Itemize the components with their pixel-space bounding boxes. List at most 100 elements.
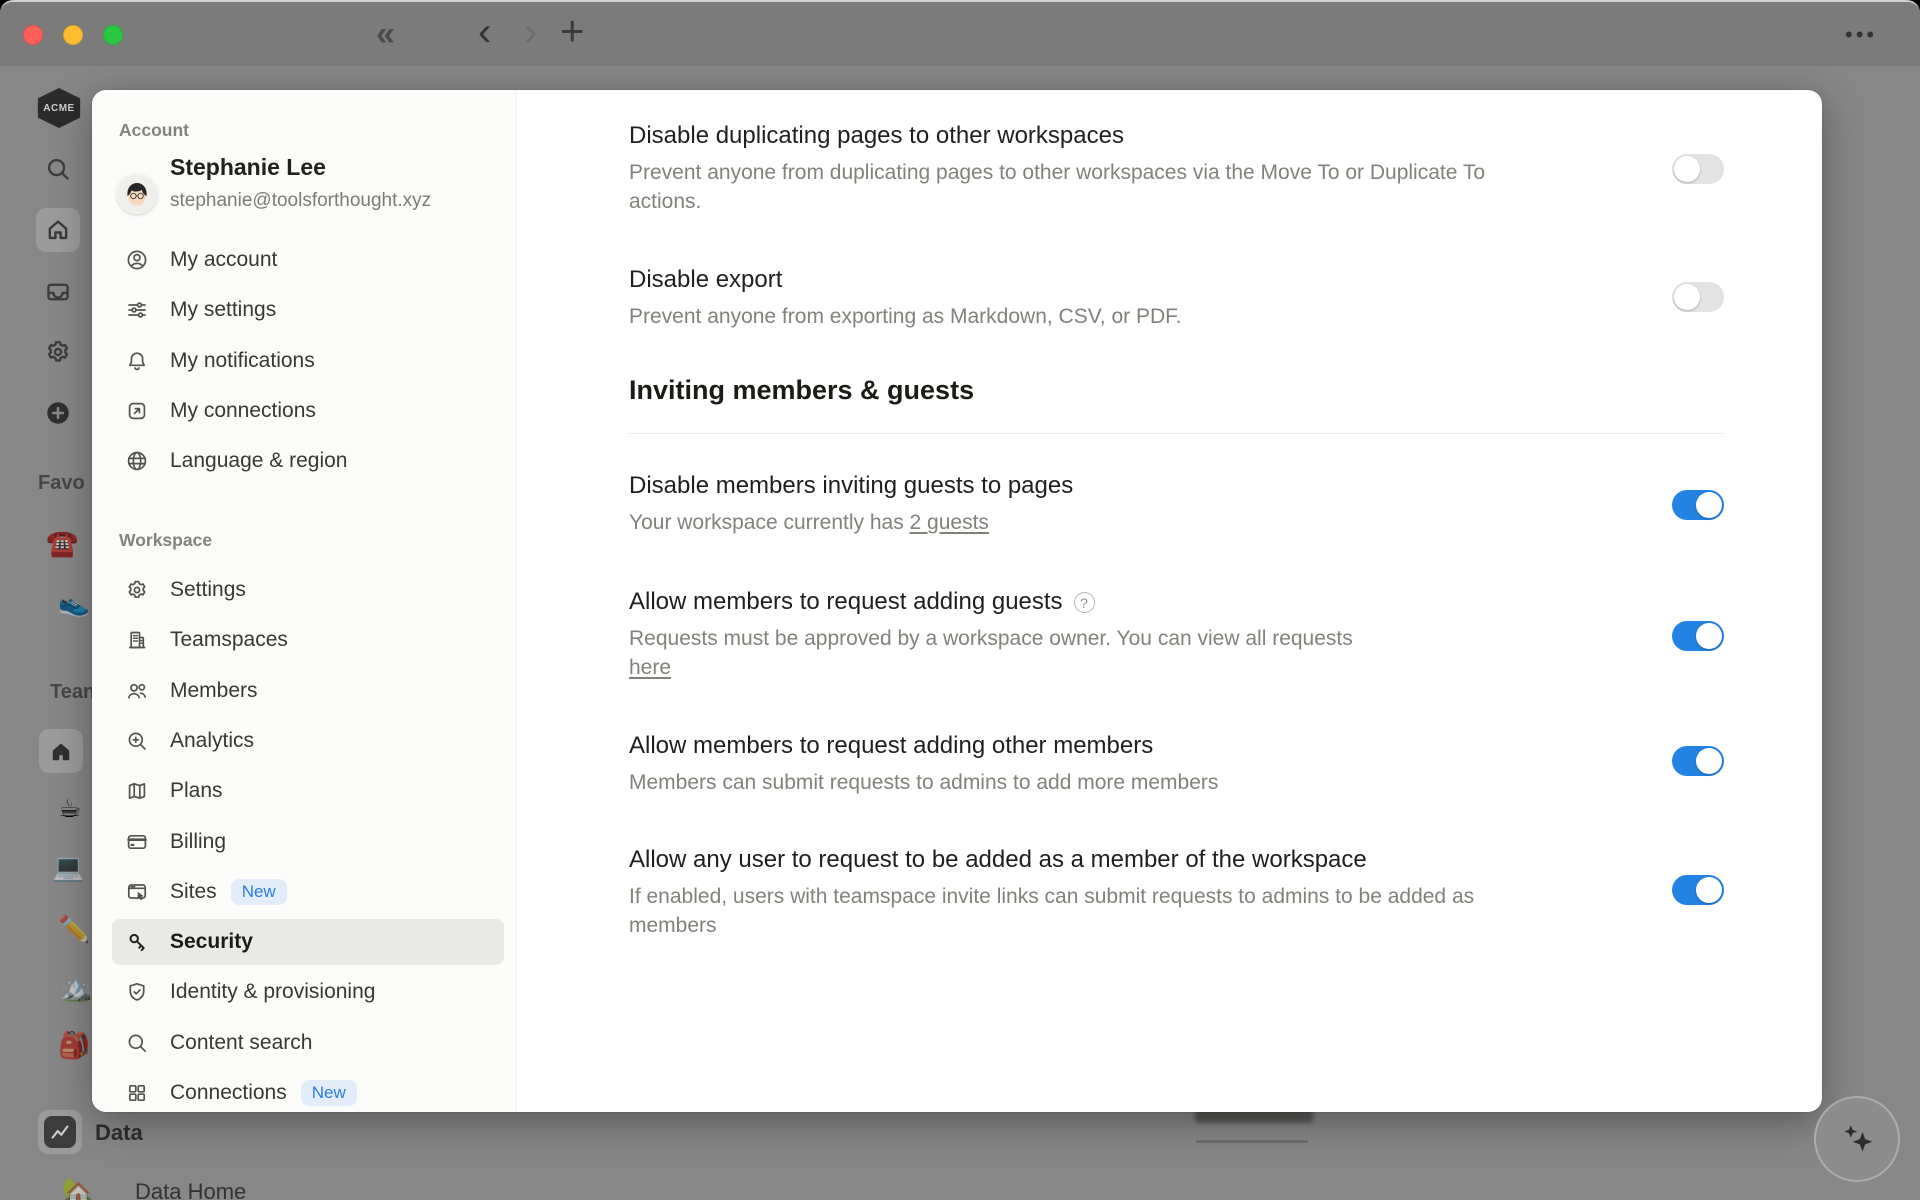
sidebar-item-label: My settings xyxy=(170,298,276,322)
setting-description: Your workspace currently has 2 guests xyxy=(629,508,1489,537)
sidebar-item-label: Billing xyxy=(170,830,226,854)
settings-modal: Account Stephanie Lee stephanie@toolsfor… xyxy=(92,90,1822,1112)
setting-row: Disable members inviting guests to pages… xyxy=(629,470,1774,537)
more-options-icon[interactable]: ••• xyxy=(1845,24,1877,46)
setting-row: Allow members to request adding other me… xyxy=(629,730,1774,797)
globe-icon xyxy=(125,449,149,473)
new-badge: New xyxy=(231,879,287,905)
data-home-item[interactable]: Data Home xyxy=(135,1179,246,1200)
sidebar-item-analytics[interactable]: Analytics xyxy=(112,718,504,764)
favorites-section-label: Favo xyxy=(38,472,85,495)
data-chart-icon[interactable] xyxy=(44,1116,76,1148)
avatar[interactable] xyxy=(117,174,157,214)
toggle-on[interactable] xyxy=(1672,746,1724,776)
toggle-on[interactable] xyxy=(1672,490,1724,520)
close-window-button[interactable] xyxy=(23,25,43,45)
sidebar-collapse-icon[interactable]: « xyxy=(376,17,395,51)
sidebar-item-label: Language & region xyxy=(170,449,348,473)
data-home-emoji[interactable]: 🏡 xyxy=(62,1178,94,1200)
toggle-knob xyxy=(1674,284,1700,310)
sidebar-item-identity-provisioning[interactable]: Identity & provisioning xyxy=(112,969,504,1015)
sidebar-item-label: Security xyxy=(170,930,253,954)
home-icon[interactable] xyxy=(44,216,72,244)
red-telephone-emoji[interactable]: ☎️ xyxy=(46,530,78,556)
sidebar-item-members[interactable]: Members xyxy=(112,668,504,714)
setting-description: Prevent anyone from duplicating pages to… xyxy=(629,158,1489,216)
sidebar-item-label: My connections xyxy=(170,399,316,423)
sparkles-icon xyxy=(1835,1117,1879,1161)
sidebar-item-my-account[interactable]: My account xyxy=(112,237,504,283)
minimize-window-button[interactable] xyxy=(63,25,83,45)
grid-icon xyxy=(125,1081,149,1105)
sidebar-item-label: My notifications xyxy=(170,349,315,373)
toggle-on[interactable] xyxy=(1672,875,1724,905)
sidebar-item-label: My account xyxy=(170,248,277,272)
back-icon[interactable]: ‹ xyxy=(478,12,491,52)
sidebar-item-security[interactable]: Security xyxy=(112,919,504,965)
sidebar-item-sites[interactable]: SitesNew xyxy=(112,869,504,915)
laptop-emoji[interactable]: 💻 xyxy=(52,854,84,880)
sidebar-item-my-settings[interactable]: My settings xyxy=(112,287,504,333)
setting-description: Prevent anyone from exporting as Markdow… xyxy=(629,302,1489,331)
app-window: « ‹ › + ••• ACMEFavo☎️👟Tean☕💻✏️🏔️🎒Data🏡D… xyxy=(0,0,1920,1200)
setting-title: Disable export xyxy=(629,264,1774,296)
house-filled-icon xyxy=(49,740,73,764)
toggle-knob xyxy=(1674,156,1700,182)
sidebar-item-label: Plans xyxy=(170,779,223,803)
section-divider xyxy=(629,433,1723,434)
sidebar-item-label: Identity & provisioning xyxy=(170,980,375,1004)
toggle-on[interactable] xyxy=(1672,621,1724,651)
pencil-emoji[interactable]: ✏️ xyxy=(58,916,90,942)
requests-link[interactable]: here xyxy=(629,656,671,679)
setting-title: Allow any user to request to be added as… xyxy=(629,844,1774,876)
house-filled-icon[interactable] xyxy=(49,740,73,764)
new-badge: New xyxy=(301,1080,357,1106)
people-icon xyxy=(125,679,149,703)
sidebar-item-settings[interactable]: Settings xyxy=(112,567,504,613)
forward-icon[interactable]: › xyxy=(524,12,537,52)
toggle-off[interactable] xyxy=(1672,154,1724,184)
inbox-icon[interactable] xyxy=(44,278,72,306)
sidebar-item-language-region[interactable]: Language & region xyxy=(112,438,504,484)
sidebar-item-teamspaces[interactable]: Teamspaces xyxy=(112,617,504,663)
setting-row: Disable duplicating pages to other works… xyxy=(629,120,1774,216)
search-icon xyxy=(44,155,72,183)
sidebar-item-content-search[interactable]: Content search xyxy=(112,1020,504,1066)
zoom-window-button[interactable] xyxy=(103,25,123,45)
sidebar-item-label: Analytics xyxy=(170,729,254,753)
inbox-icon xyxy=(44,278,72,306)
user-email: stephanie@toolsforthought.xyz xyxy=(170,190,431,212)
toggle-knob xyxy=(1696,748,1722,774)
guests-link[interactable]: 2 guests xyxy=(910,511,989,534)
sidebar-item-my-connections[interactable]: My connections xyxy=(112,388,504,434)
dimmed-content-divider xyxy=(1196,1140,1308,1143)
setting-row: Disable export Prevent anyone from export… xyxy=(629,264,1774,331)
data-section-label[interactable]: Data xyxy=(95,1120,143,1146)
sidebar-item-label: Settings xyxy=(170,578,246,602)
new-tab-icon[interactable]: + xyxy=(560,10,585,52)
toggle-off[interactable] xyxy=(1672,282,1724,312)
gear-icon[interactable] xyxy=(44,338,72,366)
search-icon[interactable] xyxy=(44,155,72,183)
sneaker-emoji[interactable]: 👟 xyxy=(58,590,90,616)
workspace-logo[interactable]: ACME xyxy=(36,88,82,128)
workspace-logo-text: ACME xyxy=(43,103,74,114)
mountain-emoji[interactable]: 🏔️ xyxy=(60,975,92,1001)
building-icon xyxy=(125,628,149,652)
ai-sparkle-button[interactable] xyxy=(1814,1096,1900,1182)
section-heading: Inviting members & guests xyxy=(629,375,974,406)
key-icon xyxy=(125,930,149,954)
backpack-emoji[interactable]: 🎒 xyxy=(58,1032,90,1058)
sidebar-item-connections[interactable]: ConnectionsNew xyxy=(112,1070,504,1112)
sidebar-item-my-notifications[interactable]: My notifications xyxy=(112,338,504,384)
user-circle-icon xyxy=(125,248,149,272)
plus-circle-icon[interactable] xyxy=(44,399,72,427)
search-plus-icon xyxy=(125,729,149,753)
sidebar-item-billing[interactable]: Billing xyxy=(112,819,504,865)
sidebar-item-plans[interactable]: Plans xyxy=(112,768,504,814)
titlebar: « ‹ › + ••• xyxy=(0,2,1920,66)
help-icon[interactable]: ? xyxy=(1074,592,1095,613)
coffee-emoji[interactable]: ☕ xyxy=(58,795,81,821)
bell-icon xyxy=(125,349,149,373)
setting-title: Disable duplicating pages to other works… xyxy=(629,120,1774,152)
